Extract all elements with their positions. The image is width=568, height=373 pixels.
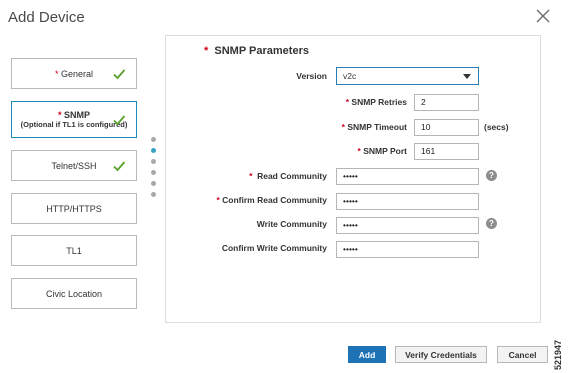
snmp-port-input[interactable]: 161: [414, 143, 479, 160]
read-community-label: * Read Community: [249, 171, 327, 181]
check-icon: [113, 115, 126, 126]
progress-dot-active[interactable]: [151, 148, 156, 153]
step-snmp[interactable]: * SNMP (Optional if TL1 is configured): [11, 101, 137, 138]
snmp-timeout-label: * SNMP Timeout: [341, 122, 407, 132]
timeout-unit: (secs): [484, 122, 509, 132]
snmp-timeout-input[interactable]: 10: [414, 119, 479, 136]
step-civic-location-label: Civic Location: [45, 288, 103, 299]
confirm-read-community-input[interactable]: •••••: [336, 193, 479, 210]
cancel-button[interactable]: Cancel: [497, 346, 548, 363]
section-title-text: SNMP Parameters: [214, 45, 309, 57]
required-marker: *: [204, 45, 215, 57]
write-community-label: Write Community: [256, 219, 327, 229]
step-telnet-ssh[interactable]: Telnet/SSH: [11, 150, 137, 181]
step-general-label: General: [60, 68, 94, 79]
step-tl1-label: TL1: [66, 245, 82, 256]
version-select[interactable]: v2c: [336, 67, 479, 85]
chevron-down-icon: [463, 74, 471, 79]
dialog-title: Add Device: [8, 9, 85, 26]
step-general[interactable]: * General: [11, 58, 137, 89]
version-label: Version: [296, 71, 327, 81]
section-title: * SNMP Parameters: [204, 45, 309, 57]
figure-id: 521947: [553, 339, 563, 370]
write-community-input[interactable]: •••••: [336, 217, 479, 234]
add-button[interactable]: Add: [348, 346, 386, 363]
help-icon[interactable]: ?: [486, 218, 497, 229]
check-icon: [113, 161, 126, 172]
verify-credentials-button[interactable]: Verify Credentials: [395, 346, 487, 363]
progress-dot[interactable]: [151, 170, 156, 175]
confirm-write-community-label: Confirm Write Community: [221, 243, 327, 253]
snmp-port-label: * SNMP Port: [357, 146, 407, 156]
progress-dot[interactable]: [151, 192, 156, 197]
step-snmp-label: SNMP: [64, 109, 91, 120]
step-http-https-label: HTTP/HTTPS: [46, 203, 102, 214]
check-icon: [113, 69, 126, 80]
snmp-retries-input[interactable]: 2: [414, 94, 479, 111]
confirm-write-community-input[interactable]: •••••: [336, 241, 479, 258]
help-icon[interactable]: ?: [486, 170, 497, 181]
step-civic-location[interactable]: Civic Location: [11, 278, 137, 309]
confirm-read-community-label: * Confirm Read Community: [216, 195, 327, 205]
step-http-https[interactable]: HTTP/HTTPS: [11, 193, 137, 224]
progress-dot[interactable]: [151, 181, 156, 186]
snmp-retries-label: * SNMP Retries: [345, 97, 407, 107]
progress-dot[interactable]: [151, 137, 156, 142]
read-community-input[interactable]: •••••: [336, 168, 479, 185]
step-tl1[interactable]: TL1: [11, 235, 137, 266]
progress-dot[interactable]: [151, 159, 156, 164]
version-value: v2c: [343, 71, 357, 81]
close-icon[interactable]: [536, 9, 550, 23]
